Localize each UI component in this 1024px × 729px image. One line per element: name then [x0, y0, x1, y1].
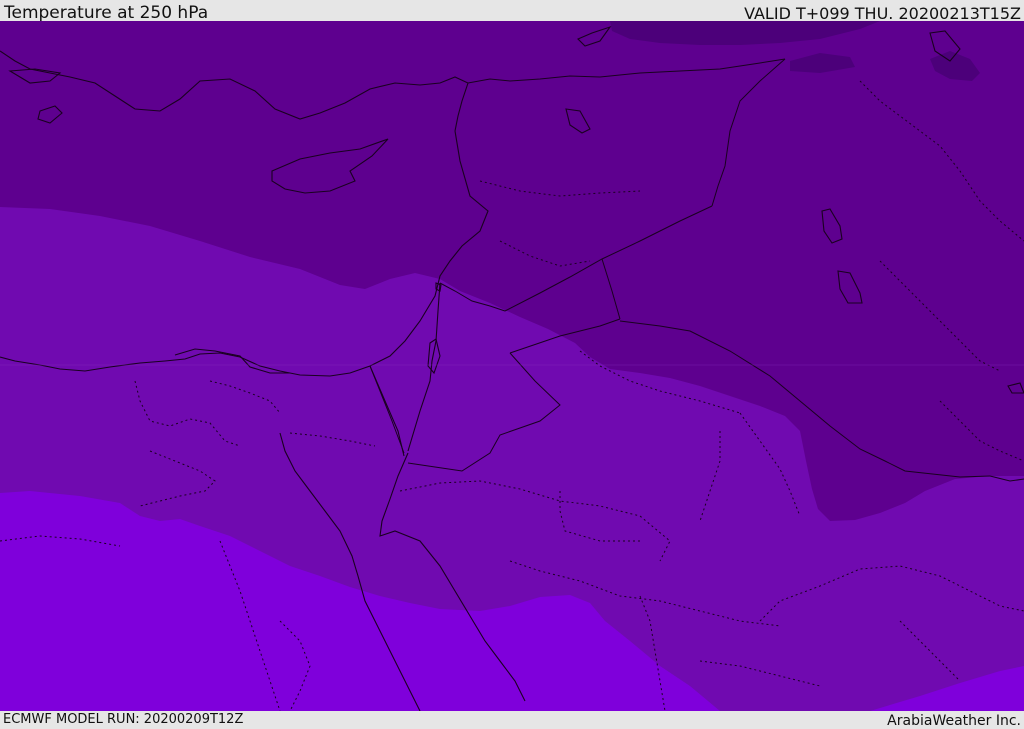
header-bar: Temperature at 250 hPa VALID T+099 THU. … — [0, 0, 1024, 23]
weather-map-frame: Temperature at 250 hPa VALID T+099 THU. … — [0, 0, 1024, 729]
map-title: Temperature at 250 hPa — [4, 3, 209, 23]
temperature-map[interactable] — [0, 21, 1024, 711]
valid-time-label: VALID T+099 THU. 20200213T15Z — [744, 4, 1021, 23]
footer-bar: ECMWF MODEL RUN: 20200209T12Z ArabiaWeat… — [0, 711, 1024, 729]
model-run-label: ECMWF MODEL RUN: 20200209T12Z — [3, 712, 244, 727]
credit-label: ArabiaWeather Inc. — [887, 713, 1021, 729]
